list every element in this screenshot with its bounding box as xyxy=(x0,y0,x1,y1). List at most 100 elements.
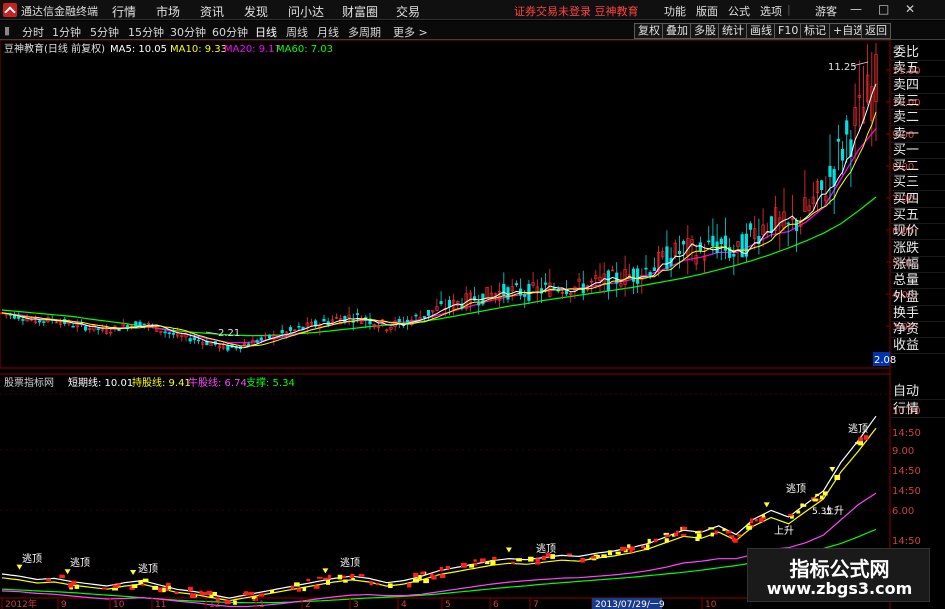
signal-marker xyxy=(607,550,613,556)
candle-body xyxy=(820,180,824,191)
candle-body xyxy=(439,301,443,305)
period-more[interactable]: 更多 > xyxy=(393,24,428,40)
chart-area[interactable]: 豆神教育(日线 前复权) MA5: 10.05 MA10: 9.33 MA20:… xyxy=(0,40,945,609)
mark-button[interactable]: 标记 xyxy=(800,23,830,39)
period-daily[interactable]: 日线 xyxy=(255,24,277,40)
sidebar-field: 买二 xyxy=(891,158,945,176)
menu-wealth[interactable]: 财富圈 xyxy=(342,3,378,20)
candle-body xyxy=(677,250,682,255)
signal-marker xyxy=(407,583,412,588)
overlay-button[interactable]: 叠加 xyxy=(662,23,692,39)
menu-layout[interactable]: 版面 xyxy=(696,3,718,19)
candle-body xyxy=(502,283,506,296)
menu-options[interactable]: 选项 xyxy=(760,3,782,19)
menu-quotes[interactable]: 行情 xyxy=(112,3,136,20)
legend-support: 支撑: 5.34 xyxy=(246,376,295,389)
signal-marker xyxy=(388,583,393,589)
adjust-button[interactable]: 复权 xyxy=(634,23,664,39)
signal-marker xyxy=(187,586,193,592)
legend-ma10: MA10: 9.33 xyxy=(170,44,227,55)
menu-discover[interactable]: 发现 xyxy=(244,3,268,20)
candle-body xyxy=(343,315,347,323)
close-icon[interactable]: ✕ xyxy=(905,2,915,16)
maximize-icon[interactable]: □ xyxy=(878,2,889,16)
candle-body xyxy=(167,332,171,334)
legend-ma20: MA20: 9.17 xyxy=(224,44,281,55)
signal-marker xyxy=(326,579,331,585)
signal-marker xyxy=(665,534,671,538)
signal-marker xyxy=(815,493,820,497)
period-multi[interactable]: 多周期 xyxy=(348,24,381,40)
candle-body xyxy=(422,316,426,319)
candle-body xyxy=(42,321,46,323)
signal-marker xyxy=(737,534,742,537)
signal-marker xyxy=(834,475,841,480)
signal-marker xyxy=(647,538,651,544)
signal-marker xyxy=(224,600,231,605)
signal-marker xyxy=(270,589,275,594)
signal-marker xyxy=(822,491,828,496)
minimize-icon[interactable]: — xyxy=(850,2,862,16)
signal-marker xyxy=(796,510,801,514)
signal-marker xyxy=(152,585,159,590)
signal-marker xyxy=(680,534,687,537)
menu-formula[interactable]: 公式 xyxy=(728,3,750,19)
menu-market[interactable]: 市场 xyxy=(156,3,180,20)
stats-button[interactable]: 统计 xyxy=(718,23,748,39)
signal-marker xyxy=(580,558,585,563)
candle-body xyxy=(606,270,610,291)
menu-bar: 通达信金融终端 行情 市场 资讯 发现 问小达 财富圈 交易 证券交易未登录 豆… xyxy=(0,0,945,20)
multi-stock-button[interactable]: 多股 xyxy=(690,23,720,39)
signal-marker xyxy=(746,525,752,530)
signal-marker xyxy=(710,532,714,537)
period-monthly[interactable]: 月线 xyxy=(317,24,339,40)
menu-function[interactable]: 功能 xyxy=(664,3,686,19)
candle-body xyxy=(255,340,259,343)
menu-trade[interactable]: 交易 xyxy=(396,3,420,20)
escape-label-6: 逃顶 xyxy=(786,482,806,495)
signal-marker xyxy=(351,578,355,581)
ma-legend: MA5: 10.05 MA10: 9.33 MA20: 9.17 MA60: 7… xyxy=(110,44,333,55)
signal-marker xyxy=(420,571,426,575)
candle-body xyxy=(786,222,790,225)
menu-ask[interactable]: 问小达 xyxy=(288,3,324,20)
period-intraday[interactable]: 分时 xyxy=(22,24,44,40)
draw-line-button[interactable]: 画线 xyxy=(746,23,776,39)
signal-marker xyxy=(131,584,138,589)
escape-label-7: 逃顶 xyxy=(848,422,868,435)
signal-marker xyxy=(653,538,658,543)
watermark-url: www.zbgs3.com xyxy=(766,579,913,598)
sidebar-field: 卖三 xyxy=(891,93,945,110)
escape-label-5: 逃顶 xyxy=(536,542,556,555)
sidebar-field: 卖四 xyxy=(891,77,945,94)
signal-marker xyxy=(313,585,320,589)
f10-button[interactable]: F10 xyxy=(774,23,803,39)
sidebar-field: 委比 xyxy=(891,44,945,61)
login-notice[interactable]: 证券交易未登录 豆神教育 xyxy=(514,3,639,19)
signal-marker xyxy=(248,591,255,596)
signal-marker xyxy=(566,553,572,556)
candle-body xyxy=(682,241,686,245)
signal-marker xyxy=(858,437,864,442)
period-toolbar: ▮ 分时 1分钟 5分钟 15分钟 30分钟 60分钟 日线 周线 月线 多周期… xyxy=(0,21,945,40)
sidebar-auto-quote[interactable]: 自动 xyxy=(891,383,945,400)
candle-body xyxy=(707,240,711,243)
sidebar-auto-quote[interactable]: 行情 xyxy=(891,401,945,418)
menu-guest[interactable]: 游客 xyxy=(815,3,837,19)
period-1min[interactable]: 1分钟 xyxy=(52,24,81,40)
signal-marker xyxy=(341,575,346,579)
period-5min[interactable]: 5分钟 xyxy=(90,24,119,40)
signal-marker xyxy=(190,593,196,599)
legend-ma60: MA60: 7.03 xyxy=(276,44,333,55)
candle-body xyxy=(845,120,849,135)
signal-marker xyxy=(418,575,422,580)
menu-news[interactable]: 资讯 xyxy=(200,3,224,20)
legend-short-line: 短期线: 10.01 xyxy=(68,376,133,389)
candle-body xyxy=(288,327,293,331)
signal-marker xyxy=(676,530,680,534)
period-15min[interactable]: 15分钟 xyxy=(128,24,164,40)
back-button[interactable]: 返回 xyxy=(861,23,891,39)
period-60min[interactable]: 60分钟 xyxy=(212,24,248,40)
period-30min[interactable]: 30分钟 xyxy=(170,24,206,40)
period-weekly[interactable]: 周线 xyxy=(286,24,308,40)
